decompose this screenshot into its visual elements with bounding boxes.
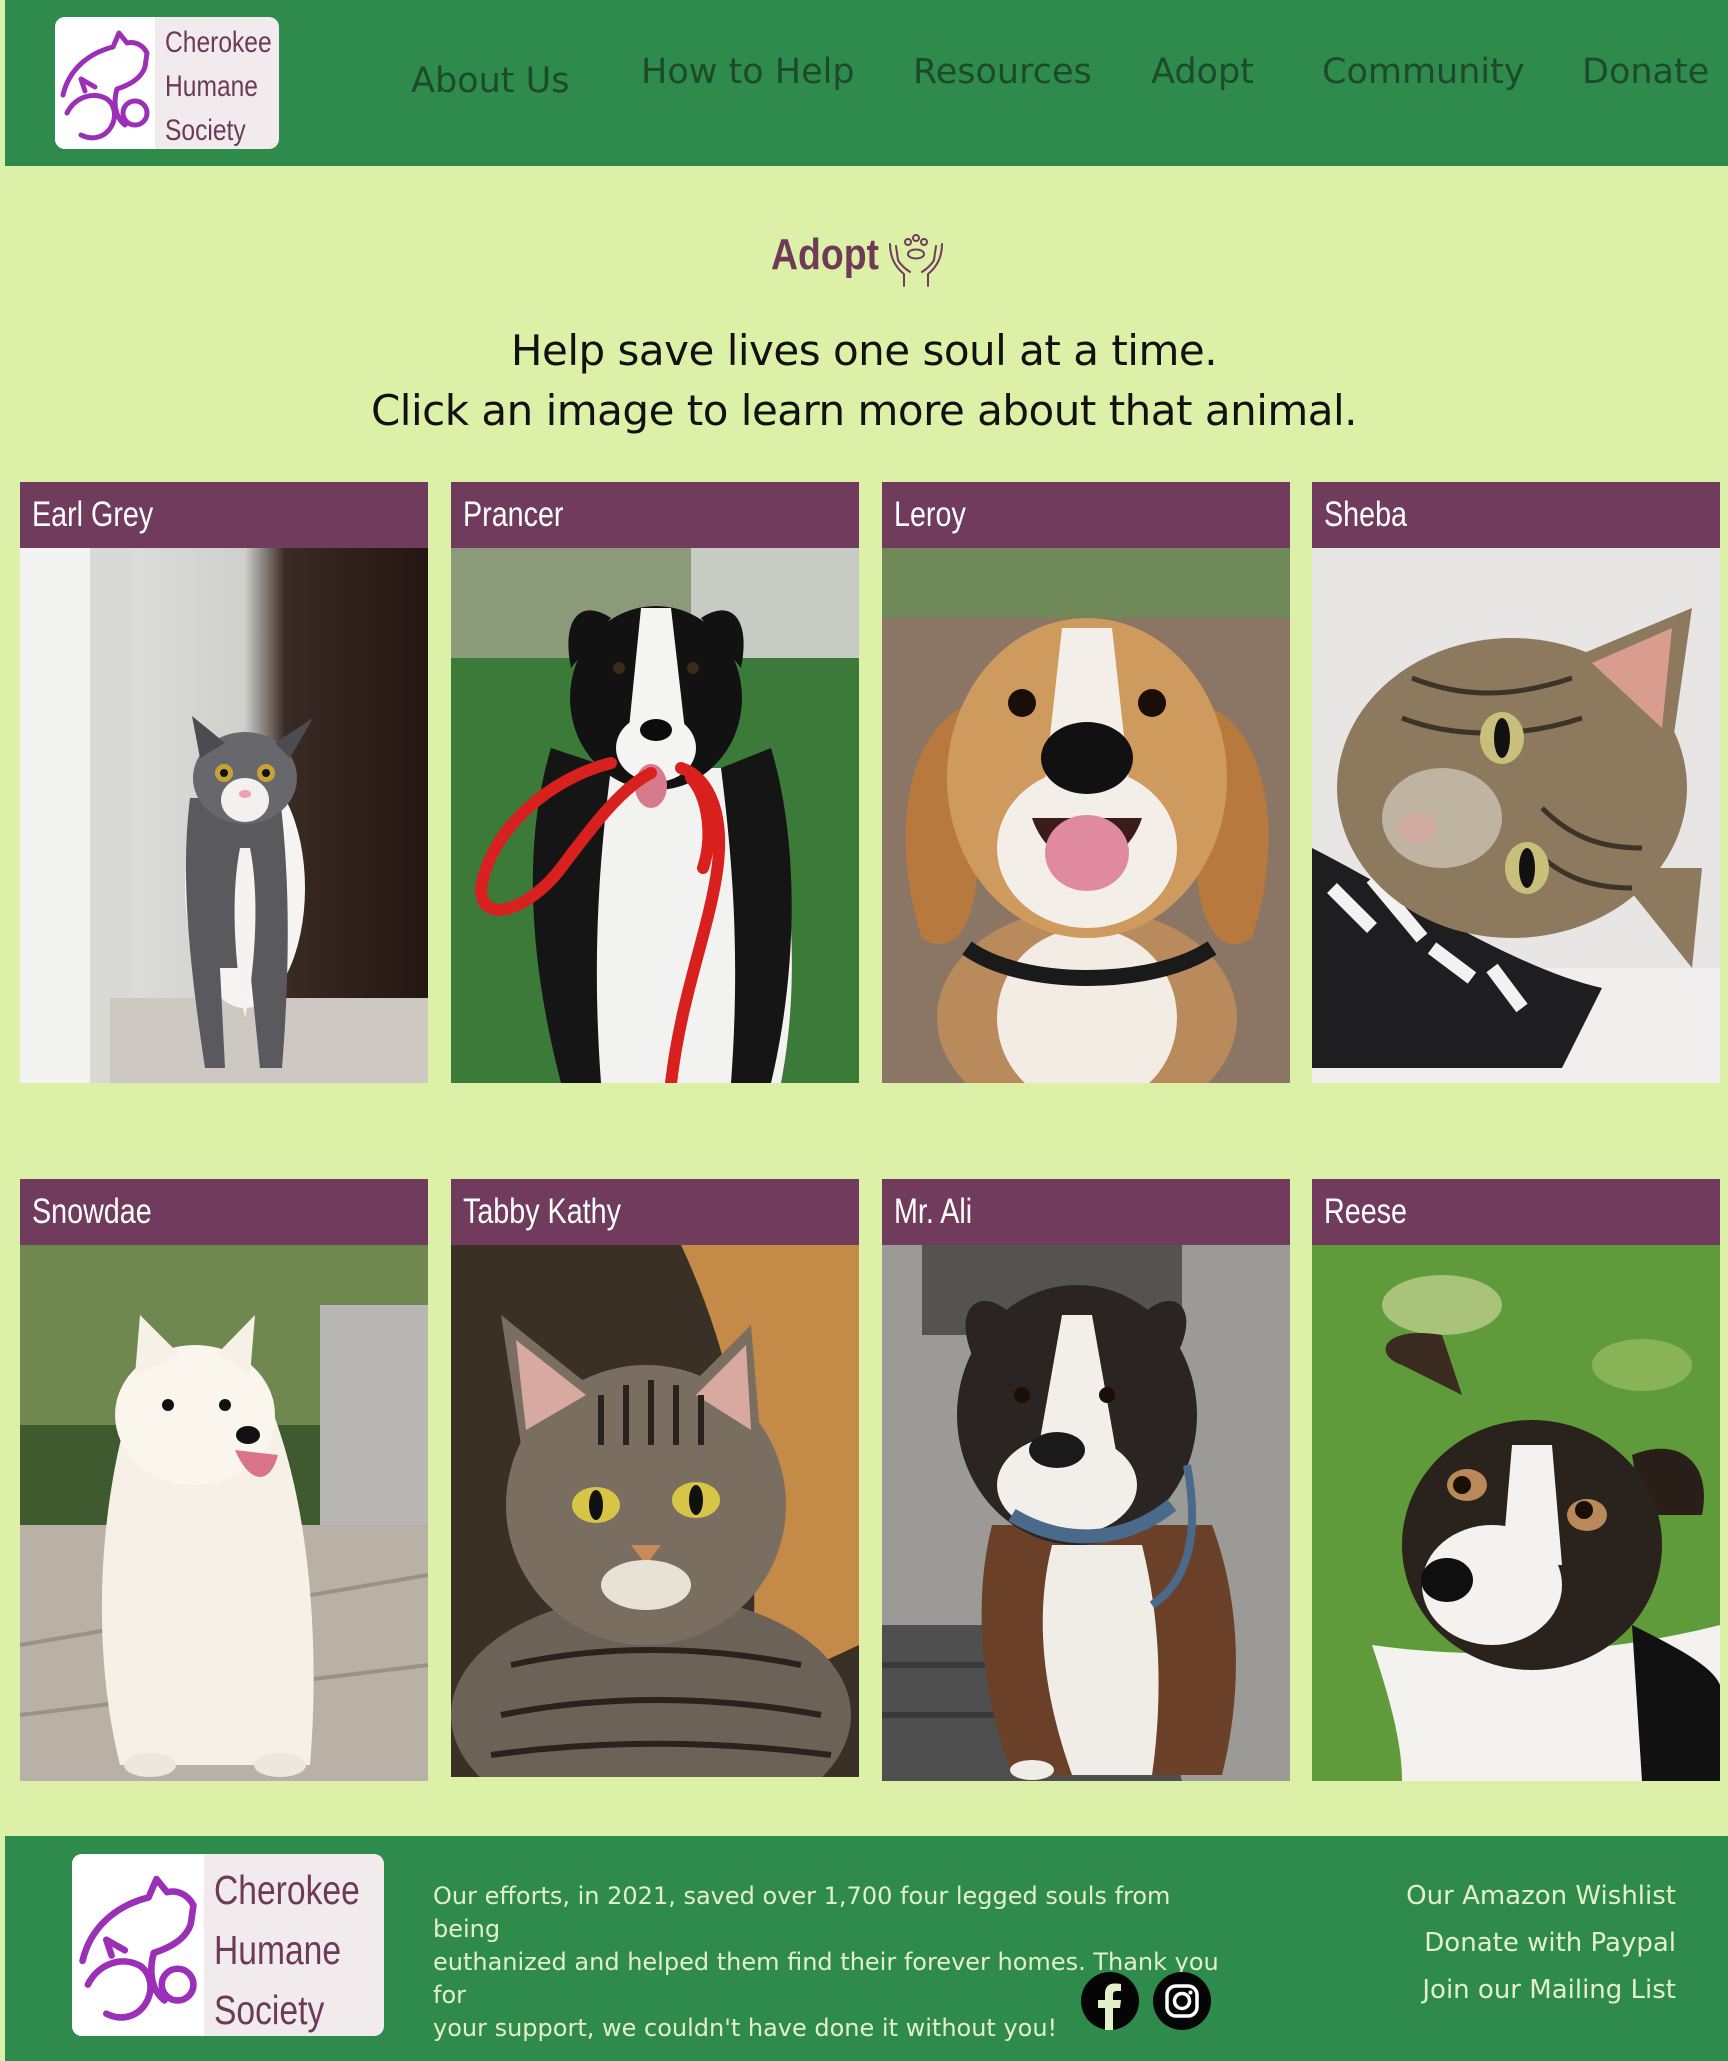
cat-and-dog-outline-icon [55,17,155,149]
animal-card-snowdae[interactable]: Snowdae [20,1179,428,1781]
animal-card-earl-grey[interactable]: Earl Grey [20,482,428,1083]
nav-resources[interactable]: Resources [913,52,1092,92]
animal-photo[interactable] [451,1245,859,1777]
animal-name-bar: Mr. Ali [882,1179,1290,1245]
intro-line: Help save lives one soul at a time. [510,326,1218,375]
site-header: Cherokee Humane Society About Us How to … [5,0,1728,166]
animal-card-reese[interactable]: Reese [1312,1179,1720,1781]
logo-text: Cherokee Humane Society [165,21,272,149]
animal-name-bar: Sheba [1312,482,1720,548]
animal-photo[interactable] [882,1245,1290,1781]
animal-photo[interactable] [451,548,859,1083]
animal-name: Mr. Ali [894,1192,973,1231]
footer-logo[interactable]: Cherokee Humane Society [72,1854,384,2036]
animal-name-bar: Leroy [882,482,1290,548]
paypal-donate-link[interactable]: Donate with Paypal [1424,1928,1676,1958]
intro-line: Click an image to learn more about that … [370,386,1358,435]
facebook-icon[interactable] [1081,1972,1139,2030]
logo-line: Humane [214,1927,342,1973]
animal-name-bar: Snowdae [20,1179,428,1245]
mailing-list-link[interactable]: Join our Mailing List [1422,1975,1676,2005]
animal-card-prancer[interactable]: Prancer [451,482,859,1083]
animal-name-bar: Earl Grey [20,482,428,548]
logo-line: Society [165,114,246,147]
footer-message-line: Our efforts, in 2021, saved over 1,700 f… [433,1882,1171,1943]
nav-how-to-help[interactable]: How to Help [641,52,855,92]
animal-name: Earl Grey [32,495,154,534]
hands-holding-paw-icon [886,228,946,288]
animal-card-sheba[interactable]: Sheba [1312,482,1720,1083]
logo-text: Cherokee Humane Society [214,1860,360,2036]
nav-community[interactable]: Community [1322,52,1525,92]
logo-line: Cherokee [214,1867,360,1913]
animal-name: Prancer [463,495,564,534]
amazon-wishlist-link[interactable]: Our Amazon Wishlist [1406,1881,1676,1911]
animal-name-bar: Reese [1312,1179,1720,1245]
animal-name: Reese [1324,1192,1407,1231]
nav-adopt[interactable]: Adopt [1151,52,1254,92]
animal-card-tabby-kathy[interactable]: Tabby Kathy [451,1179,859,1777]
animal-photo[interactable] [20,1245,428,1781]
site-footer: Cherokee Humane Society Our efforts, in … [5,1836,1728,2061]
animal-photo[interactable] [882,548,1290,1083]
animal-name: Tabby Kathy [463,1192,621,1231]
instagram-icon[interactable] [1153,1972,1211,2030]
logo-line: Cherokee [165,26,272,59]
animal-name-bar: Tabby Kathy [451,1179,859,1245]
animal-photo[interactable] [20,548,428,1083]
page-title: Adopt [771,230,880,279]
nav-donate[interactable]: Donate [1582,52,1709,92]
animal-photo[interactable] [1312,548,1720,1083]
animal-card-leroy[interactable]: Leroy [882,482,1290,1083]
animal-photo[interactable] [1312,1245,1720,1781]
animal-card-mr-ali[interactable]: Mr. Ali [882,1179,1290,1781]
logo-line: Society [214,1987,325,2033]
animal-name: Leroy [894,495,966,534]
animal-name: Snowdae [32,1192,152,1231]
cat-and-dog-outline-icon [72,1854,204,2036]
logo-line: Humane [165,70,258,103]
animal-name: Sheba [1324,495,1407,534]
nav-about-us[interactable]: About Us [411,61,569,101]
animal-name-bar: Prancer [451,482,859,548]
site-logo[interactable]: Cherokee Humane Society [55,17,279,149]
